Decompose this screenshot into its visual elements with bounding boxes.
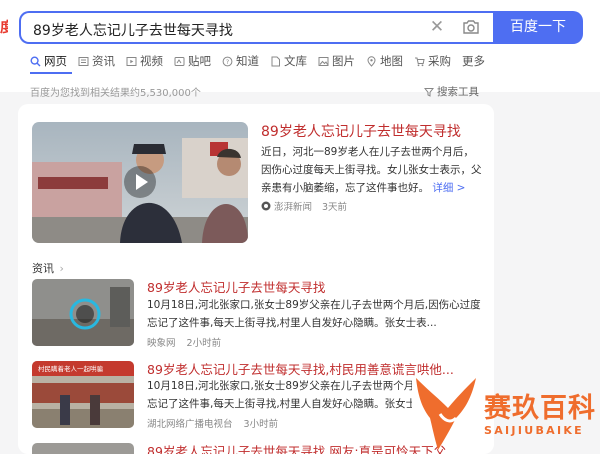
question-icon: ? bbox=[222, 56, 233, 66]
main-video-thumbnail[interactable] bbox=[32, 122, 248, 243]
source-logo-icon bbox=[261, 201, 271, 211]
news-thumbnail[interactable]: 村民瞒着老人一起哄骗 bbox=[32, 361, 134, 428]
chevron-right-icon: › bbox=[59, 262, 64, 275]
tab-label: 文库 bbox=[284, 54, 307, 68]
search-button[interactable]: 百度一下 bbox=[493, 11, 583, 44]
search-tabs: 网页 资讯 视频 贴吧 ? 知道 文库 图片 地图 采购 更多 bbox=[30, 52, 496, 70]
publish-time: 3天前 bbox=[322, 202, 348, 213]
main-result-title[interactable]: 89岁老人忘记儿子去世每天寻找 bbox=[261, 121, 481, 141]
source-name[interactable]: 澎湃新闻 bbox=[274, 199, 312, 213]
tab-label: 图片 bbox=[332, 54, 355, 68]
image-icon bbox=[318, 56, 329, 66]
search-query-text[interactable]: 89岁老人忘记儿子去世每天寻找 bbox=[33, 20, 233, 40]
play-icon[interactable] bbox=[124, 166, 156, 198]
snippet-text: 亲患有小脑萎缩，忘了这件事也好。 bbox=[261, 182, 429, 194]
active-tab-indicator bbox=[30, 72, 72, 74]
news-thumbnail[interactable] bbox=[32, 279, 134, 346]
publish-time: 2小时前 bbox=[186, 338, 222, 349]
details-link[interactable]: 详细 > bbox=[432, 182, 465, 194]
header-bar: 度 89岁老人忘记儿子去世每天寻找 ✕ 百度一下 网页 资讯 视频 贴吧 ? 知… bbox=[0, 0, 600, 92]
news-title[interactable]: 89岁老人忘记儿子去世每天寻找 bbox=[147, 277, 447, 296]
map-icon bbox=[367, 55, 376, 67]
doc-icon bbox=[271, 56, 280, 66]
main-result-snippet-3: 亲患有小脑萎缩，忘了这件事也好。 详细 > bbox=[261, 179, 489, 197]
thumbnail-caption: 村民瞒着老人一起哄骗 bbox=[38, 365, 103, 373]
search-tools-label: 搜索工具 bbox=[437, 86, 479, 98]
tab-shopping[interactable]: 采购 bbox=[414, 52, 451, 70]
svg-text:?: ? bbox=[226, 58, 229, 66]
camera-icon[interactable] bbox=[462, 19, 480, 35]
news-snippet-line2: 忘记了这件事,每天上街寻找,村里人自发好心隐瞒。张女士表... bbox=[147, 317, 437, 329]
tab-more[interactable]: 更多 bbox=[462, 52, 485, 70]
tab-label: 视频 bbox=[140, 54, 163, 68]
tab-video[interactable]: 视频 bbox=[126, 52, 163, 70]
publish-time: 3小时前 bbox=[243, 419, 279, 430]
watermark-en-text: SAIJIUBAIKE bbox=[484, 424, 584, 437]
tab-label: 资讯 bbox=[92, 54, 115, 68]
tab-images[interactable]: 图片 bbox=[318, 52, 355, 70]
tab-label: 贴吧 bbox=[188, 54, 211, 68]
close-icon[interactable]: ✕ bbox=[428, 18, 446, 36]
search-icon bbox=[30, 55, 41, 66]
tab-label: 网页 bbox=[44, 54, 67, 68]
watermark-cn-text: 赛玖百科 bbox=[484, 393, 596, 424]
news-section-label[interactable]: 资讯 › bbox=[32, 260, 64, 276]
tab-map[interactable]: 地图 bbox=[366, 52, 403, 70]
tab-label: 更多 bbox=[462, 54, 485, 68]
saijiubaike-watermark: 赛玖百科 SAIJIUBAIKE bbox=[410, 374, 600, 454]
news-meta: 湖北网络广播电视台 3小时前 bbox=[147, 416, 278, 430]
tab-news[interactable]: 资讯 bbox=[78, 52, 115, 70]
search-tools-button[interactable]: 搜索工具 bbox=[424, 84, 479, 99]
tab-zhidao[interactable]: ? 知道 bbox=[222, 52, 259, 70]
tab-wenku[interactable]: 文库 bbox=[270, 52, 307, 70]
source-name[interactable]: 映象网 bbox=[147, 338, 176, 349]
main-result-snippet-1: 近日，河北一89岁老人在儿子去世两个月后， bbox=[261, 146, 474, 158]
tieba-icon bbox=[174, 56, 185, 66]
main-result-meta: 澎湃新闻 3天前 bbox=[261, 199, 347, 213]
filter-icon bbox=[424, 87, 434, 97]
tab-label: 知道 bbox=[236, 54, 259, 68]
news-icon bbox=[78, 56, 89, 66]
baidu-logo-fragment[interactable]: 度 bbox=[0, 17, 8, 35]
news-snippet-line2: 忘记了这件事,每天上街寻找,村里人自发好心隐瞒。张女士表 bbox=[147, 398, 412, 410]
search-input[interactable]: 89岁老人忘记儿子去世每天寻找 ✕ bbox=[19, 11, 493, 44]
video-icon bbox=[126, 56, 137, 66]
news-snippet-line1: 10月18日,河北张家口,张女士89岁父亲在儿子去世两个月后 bbox=[147, 380, 412, 392]
tab-label: 地图 bbox=[380, 54, 403, 68]
cart-icon bbox=[415, 57, 425, 66]
tab-label: 采购 bbox=[428, 54, 451, 68]
result-count: 百度为您找到相关结果约5,530,000个 bbox=[30, 88, 201, 99]
main-result-snippet-2: 因伤心过度每天上街寻找。女儿张女士表示，父 bbox=[261, 164, 482, 176]
section-label-text: 资讯 bbox=[32, 262, 54, 275]
source-name[interactable]: 湖北网络广播电视台 bbox=[147, 419, 233, 430]
news-meta: 映象网 2小时前 bbox=[147, 335, 221, 349]
news-snippet-line1: 10月18日,河北张家口,张女士89岁父亲在儿子去世两个月后,因伤心过度 bbox=[147, 299, 481, 311]
tab-web[interactable]: 网页 bbox=[30, 52, 67, 70]
news-thumbnail[interactable] bbox=[32, 443, 134, 454]
tab-tieba[interactable]: 贴吧 bbox=[174, 52, 211, 70]
